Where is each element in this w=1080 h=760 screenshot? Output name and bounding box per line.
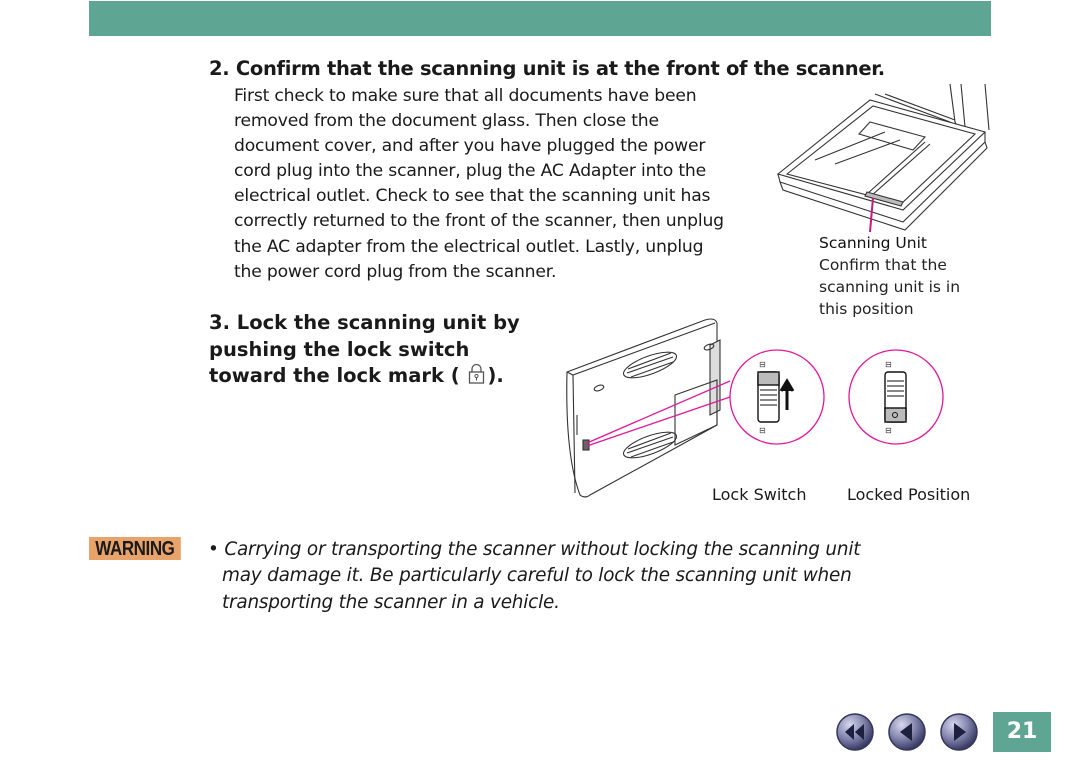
step2-heading: 2. Confirm that the scanning unit is at … [209,57,885,80]
locked-position-label: Locked Position [847,485,971,504]
scanning-unit-caption: Scanning Unit Confirm that the scanning … [819,232,960,320]
previous-page-button[interactable] [887,712,927,752]
body-line: First check to make sure that all docume… [234,86,697,106]
warning-line: may damage it. Be particularly careful t… [222,565,852,587]
body-line: electrical outlet. Check to see that the… [234,186,711,207]
caption-title: Scanning Unit [819,234,927,252]
svg-text:⊟: ⊟ [759,426,766,435]
scanner-back-illustration: ⊟ ⊟ ⊟ ⊟ [566,318,944,498]
padlock-icon [469,363,485,384]
warning-text: • Carrying or transporting the scanner w… [208,537,860,616]
step3-line-text: toward the lock mark ( [209,364,460,387]
first-page-button[interactable] [835,712,875,752]
body-line: cord plug into the scanner, plug the AC … [234,161,706,182]
step3-line: 3. Lock the scanning unit by [209,311,520,334]
body-line: removed from the document glass. Then cl… [234,111,659,132]
page-number: 21 [993,712,1051,752]
warning-line-first: • Carrying or transporting the scanner w… [208,537,860,563]
svg-text:⊟: ⊟ [885,426,892,435]
caption-line: Confirm that the [819,256,947,274]
step3-line: pushing the lock switch [209,337,470,361]
scanner-open-lid-illustration [776,83,990,232]
caption-line: scanning unit is in [819,278,961,296]
step3-line-last: toward the lock mark ( ). [209,363,520,390]
svg-text:⊟: ⊟ [885,360,892,369]
scanning-unit-callout [869,197,874,232]
warning-line: Carrying or transporting the scanner wit… [224,539,861,560]
lock-switch-label: Lock Switch [712,485,807,504]
next-page-button[interactable] [939,712,979,752]
svg-text:⊟: ⊟ [759,360,766,369]
step3-line-end: ). [487,364,504,387]
body-line: correctly returned to the front of the s… [234,211,724,232]
bullet: • [208,539,219,560]
header-bar [89,1,991,36]
body-line: document cover, and after you have plugg… [234,136,706,157]
step2-body: First check to make sure that all docume… [234,84,794,285]
warning-line: transporting the scanner in a vehicle. [222,591,560,613]
body-line: the AC adapter from the electrical outle… [234,236,704,257]
warning-badge: WARNING [89,537,181,560]
step3-heading: 3. Lock the scanning unit by pushing the… [209,310,520,390]
body-line: the power cord plug from the scanner. [234,261,557,282]
